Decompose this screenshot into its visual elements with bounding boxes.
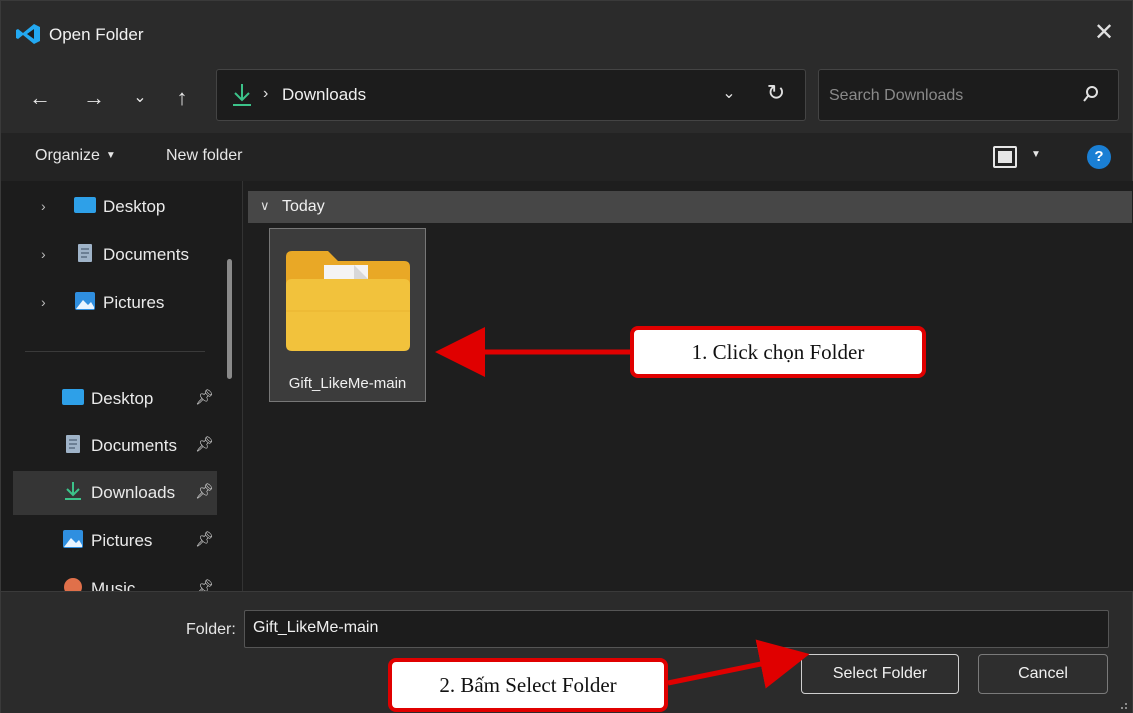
new-folder-button[interactable]: New folder [166,147,242,165]
sidebar-item-label: Pictures [103,293,165,312]
folder-item[interactable]: Gift_LikeMe-main [269,228,426,402]
sidebar-item-downloads[interactable]: Downloads 📌︎ [13,471,217,515]
folder-icon [286,251,410,351]
title-bar: Open Folder ✕ [1,1,1132,63]
arrow-up-icon[interactable]: ↑ [167,83,197,113]
annotation-step-1: 1. Click chọn Folder [630,326,926,378]
sidebar-item-pictures[interactable]: Pictures 📌︎ [13,519,217,563]
sidebar-item-desktop[interactable]: Desktop 📌︎ [13,377,217,421]
sidebar-item-label: Downloads [91,483,176,502]
desktop-icon [62,389,84,405]
open-folder-dialog: Open Folder ✕ ← → ⌄ ↑ › Downloads ⌄ ↻ O [0,0,1133,713]
breadcrumb-downloads[interactable]: Downloads [282,85,366,105]
group-label: Today [282,198,325,215]
sidebar-tree-desktop[interactable]: › Desktop [13,185,217,229]
navigation-pane: › Desktop › Documents › Pictures Desktop… [1,181,243,591]
select-folder-button[interactable]: Select Folder [801,654,959,694]
address-dropdown-icon[interactable]: ⌄ [719,82,739,106]
sidebar-item-label: Documents [103,245,189,264]
sidebar-item-label: Music [91,579,136,591]
annotation-step-2: 2. Bấm Select Folder [388,658,668,712]
download-icon [233,84,251,106]
pin-icon[interactable]: 📌︎ [195,482,214,500]
navigation-bar: ← → ⌄ ↑ › Downloads ⌄ ↻ [1,63,1132,133]
sidebar-item-label: Documents [91,436,177,455]
file-list-pane: ∨ Today Gift_LikeMe-main [244,181,1133,591]
search-input[interactable] [829,82,1069,110]
address-bar[interactable]: › Downloads ⌄ ↻ [216,69,806,121]
documents-icon [66,435,80,453]
help-icon[interactable]: ? [1087,145,1111,169]
folder-name: Gift_LikeMe-main [288,375,407,392]
command-bar: Organize ▼ New folder ▼ ? [1,133,1132,181]
group-header-today[interactable]: ∨ Today [248,191,1132,223]
sidebar-item-label: Pictures [91,531,153,550]
documents-icon [78,244,92,262]
sidebar-item-label: Desktop [91,389,154,408]
cancel-button[interactable]: Cancel [978,654,1108,694]
window-title: Open Folder [49,25,144,44]
expand-chevron-icon[interactable]: › [41,198,46,214]
organize-menu[interactable]: Organize ▼ [35,147,116,165]
expand-chevron-icon[interactable]: › [41,294,46,310]
arrow-left-icon[interactable]: ← [25,83,55,113]
sidebar-item-label: Desktop [103,197,166,216]
resize-grip-icon[interactable] [1118,700,1128,710]
breadcrumb-chevron-icon: › [263,85,269,102]
caret-down-icon: ▼ [105,150,116,161]
pictures-icon [75,292,95,310]
sidebar-divider [25,351,205,352]
expand-chevron-icon[interactable]: › [41,246,46,262]
sidebar-tree-documents[interactable]: › Documents [13,233,217,277]
folder-name-field[interactable]: Gift_LikeMe-main [244,610,1109,648]
sidebar-item-music[interactable]: Music 📌︎ [13,567,217,591]
view-mode-icon[interactable] [993,146,1017,168]
organize-label: Organize [35,147,100,164]
vscode-icon [16,24,40,44]
sidebar-item-documents[interactable]: Documents 📌︎ [13,424,217,468]
pin-icon[interactable]: 📌︎ [195,388,214,406]
sidebar-tree-pictures[interactable]: › Pictures [13,281,217,325]
refresh-icon[interactable]: ↻ [762,78,790,108]
desktop-icon [74,197,96,213]
sidebar-scrollbar[interactable] [227,259,232,379]
search-icon[interactable] [1082,84,1100,106]
pictures-icon [63,530,83,548]
music-icon [64,578,82,591]
pin-icon[interactable]: 📌︎ [195,530,214,548]
pin-icon[interactable]: 📌︎ [195,578,214,591]
collapse-chevron-icon[interactable]: ∨ [260,198,270,214]
chevron-down-icon[interactable]: ⌄ [125,83,155,113]
arrow-right-icon[interactable]: → [79,83,109,113]
download-icon [65,482,81,500]
close-icon[interactable]: ✕ [1090,19,1118,47]
pin-icon[interactable]: 📌︎ [195,435,214,453]
folder-field-label: Folder: [186,621,236,638]
view-mode-caret-icon[interactable]: ▼ [1031,149,1041,160]
search-box[interactable] [818,69,1119,121]
